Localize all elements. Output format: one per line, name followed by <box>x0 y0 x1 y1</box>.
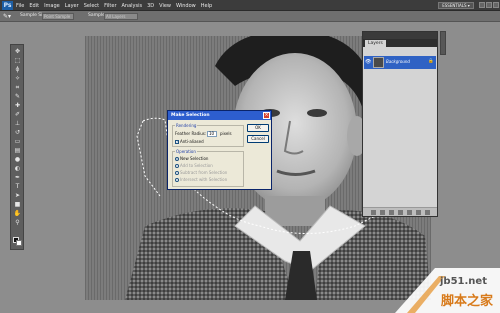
new-group-icon[interactable] <box>407 210 412 215</box>
menu-bar: Ps File Edit Image Layer Select Filter A… <box>0 0 500 11</box>
eye-icon[interactable]: 👁 <box>365 59 371 65</box>
clone-stamp-tool-icon[interactable]: ⊥ <box>13 120 22 127</box>
subtract-selection-label: Subtract from Selection <box>180 170 228 175</box>
path-selection-tool-icon[interactable]: ➤ <box>13 192 22 199</box>
maximize-button[interactable] <box>486 2 492 8</box>
menu-view[interactable]: View <box>159 3 171 9</box>
watermark-site-name: 脚本之家 <box>441 294 494 309</box>
lock-icon: 🔒 <box>428 59 434 64</box>
menu-image[interactable]: Image <box>44 3 60 9</box>
eraser-tool-icon[interactable]: ▭ <box>13 138 22 145</box>
make-selection-dialog: Make Selection × Rendering Feather Radiu… <box>167 110 272 190</box>
layer-style-icon[interactable] <box>380 210 385 215</box>
operation-group: Operation New Selection Add to Selection… <box>172 149 244 187</box>
workspace-switcher[interactable]: ESSENTIALS ▾ <box>438 2 474 9</box>
intersect-selection-option[interactable]: Intersect with Selection <box>175 177 227 182</box>
layer-thumbnail <box>373 57 384 68</box>
new-selection-radio[interactable] <box>175 157 179 161</box>
main-menu: File Edit Image Layer Select Filter Anal… <box>16 0 217 11</box>
shape-tool-icon[interactable]: ■ <box>13 201 22 208</box>
anti-aliased-checkbox[interactable]: ✓ <box>175 139 179 144</box>
layer-name: Background <box>386 59 410 64</box>
tools-panel: ✥ ⬚ ϕ ✧ ⌗ ✎ ✚ ✐ ⊥ ↺ ▭ ▤ ● ◐ ✒ T ➤ ■ ✋ ⚲ <box>10 44 24 250</box>
pen-tool-icon[interactable]: ✒ <box>13 174 22 181</box>
operation-legend: Operation <box>176 149 196 154</box>
gradient-tool-icon[interactable]: ▤ <box>13 147 22 154</box>
panel-dock[interactable] <box>440 31 446 55</box>
healing-brush-tool-icon[interactable]: ✚ <box>13 102 22 109</box>
feather-unit: pixels <box>220 131 232 136</box>
dialog-title[interactable]: Make Selection <box>168 111 271 120</box>
add-selection-radio[interactable] <box>175 164 179 168</box>
sample-size-select[interactable]: Point Sample <box>42 13 74 20</box>
anti-aliased-option[interactable]: ✓ Anti-aliased <box>175 139 204 144</box>
photoshop-logo: Ps <box>2 1 13 10</box>
minimize-button[interactable] <box>479 2 485 8</box>
adjustment-layer-icon[interactable] <box>398 210 403 215</box>
move-tool-icon[interactable]: ✥ <box>13 48 22 55</box>
add-selection-option[interactable]: Add to Selection <box>175 163 213 168</box>
menu-select[interactable]: Select <box>84 3 99 9</box>
subtract-selection-option[interactable]: Subtract from Selection <box>175 170 227 175</box>
layer-row-background[interactable]: 👁 Background 🔒 <box>364 56 436 69</box>
add-selection-label: Add to Selection <box>180 163 213 168</box>
intersect-selection-radio[interactable] <box>175 178 179 182</box>
menu-help[interactable]: Help <box>201 3 212 9</box>
hand-tool-icon[interactable]: ✋ <box>13 210 22 217</box>
menu-layer[interactable]: Layer <box>65 3 79 9</box>
feather-radius-label: Feather Radius: <box>175 131 207 136</box>
cancel-button[interactable]: Cancel <box>247 135 269 143</box>
ok-button[interactable]: OK <box>247 124 269 132</box>
background-color-swatch[interactable] <box>16 240 22 246</box>
feather-radius-input[interactable]: 10 <box>207 131 217 137</box>
menu-3d[interactable]: 3D <box>147 3 154 9</box>
add-mask-icon[interactable] <box>389 210 394 215</box>
zoom-tool-icon[interactable]: ⚲ <box>13 219 22 226</box>
tab-layers[interactable]: Layers <box>365 40 386 47</box>
layers-panel-titlebar[interactable] <box>363 32 437 39</box>
blur-tool-icon[interactable]: ● <box>13 156 22 163</box>
layers-panel-tabs: Layers <box>363 39 437 47</box>
dodge-tool-icon[interactable]: ◐ <box>13 165 22 172</box>
menu-analysis[interactable]: Analysis <box>122 3 143 9</box>
layers-panel: Layers 👁 Background 🔒 <box>362 31 438 217</box>
type-tool-icon[interactable]: T <box>13 183 22 190</box>
sample-select[interactable]: All Layers <box>104 13 138 20</box>
menu-file[interactable]: File <box>16 3 24 9</box>
eyedropper-icon[interactable]: ✎▾ <box>3 13 13 20</box>
menu-filter[interactable]: Filter <box>104 3 116 9</box>
trash-icon[interactable] <box>425 210 430 215</box>
new-selection-label: New Selection <box>180 156 209 161</box>
dialog-close-button[interactable]: × <box>263 112 270 119</box>
lasso-tool-icon[interactable]: ϕ <box>13 66 22 73</box>
menu-window[interactable]: Window <box>176 3 196 9</box>
history-brush-tool-icon[interactable]: ↺ <box>13 129 22 136</box>
brush-tool-icon[interactable]: ✐ <box>13 111 22 118</box>
subtract-selection-radio[interactable] <box>175 171 179 175</box>
rendering-legend: Rendering <box>176 123 197 128</box>
options-bar: ✎▾ Sample Size: Point Sample Sample: All… <box>0 11 500 22</box>
rendering-group: Rendering Feather Radius: 10 pixels ✓ Ant… <box>172 123 244 147</box>
quick-select-tool-icon[interactable]: ✧ <box>13 75 22 82</box>
link-layers-icon[interactable] <box>371 210 376 215</box>
marquee-tool-icon[interactable]: ⬚ <box>13 57 22 64</box>
crop-tool-icon[interactable]: ⌗ <box>13 84 22 91</box>
close-window-button[interactable] <box>493 2 499 8</box>
intersect-selection-label: Intersect with Selection <box>180 177 228 182</box>
new-layer-icon[interactable] <box>416 210 421 215</box>
menu-edit[interactable]: Edit <box>29 3 39 9</box>
eyedropper-tool-icon[interactable]: ✎ <box>13 93 22 100</box>
anti-aliased-label: Anti-aliased <box>180 139 204 144</box>
new-selection-option[interactable]: New Selection <box>175 156 208 161</box>
watermark-url: jb51.net <box>440 276 487 287</box>
layers-footer <box>363 207 437 216</box>
